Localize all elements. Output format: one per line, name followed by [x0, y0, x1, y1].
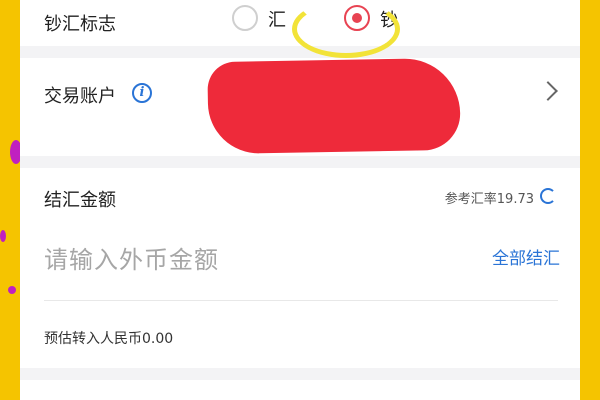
redaction-scribble: [207, 57, 461, 155]
divider: [44, 300, 558, 301]
info-icon[interactable]: i: [132, 83, 152, 103]
app-screen: 钞汇标志 汇 钞 交易账户 i 结汇金额 参考汇率19.73 请输入外币金额 全…: [20, 0, 580, 400]
reference-rate: 参考汇率19.73: [444, 192, 534, 207]
trade-account-row[interactable]: 交易账户 i: [20, 57, 580, 156]
next-card-partial: [20, 380, 580, 400]
decoration-dot: [8, 286, 16, 294]
radio-option-hui[interactable]: [232, 5, 258, 31]
decoration-dot: [0, 230, 6, 242]
exchange-mark-label: 钞汇标志: [44, 14, 116, 35]
chevron-right-icon[interactable]: [538, 81, 558, 101]
trade-account-label: 交易账户: [44, 86, 116, 107]
radio-option-hui-label[interactable]: 汇: [268, 6, 286, 32]
refresh-icon[interactable]: [540, 188, 556, 204]
foreign-amount-input[interactable]: 请输入外币金额: [44, 240, 219, 275]
right-background-strip: [580, 0, 600, 400]
left-background-strip: [0, 0, 20, 400]
estimated-rmb-text: 预估转入人民币0.00: [44, 331, 174, 347]
settlement-amount-card: 结汇金额 参考汇率19.73 请输入外币金额 全部结汇 预估转入人民币0.00: [20, 168, 580, 368]
settle-all-button[interactable]: 全部结汇: [492, 244, 560, 269]
hand-drawn-circle-annotation: [292, 0, 400, 58]
settlement-amount-label: 结汇金额: [44, 190, 116, 211]
